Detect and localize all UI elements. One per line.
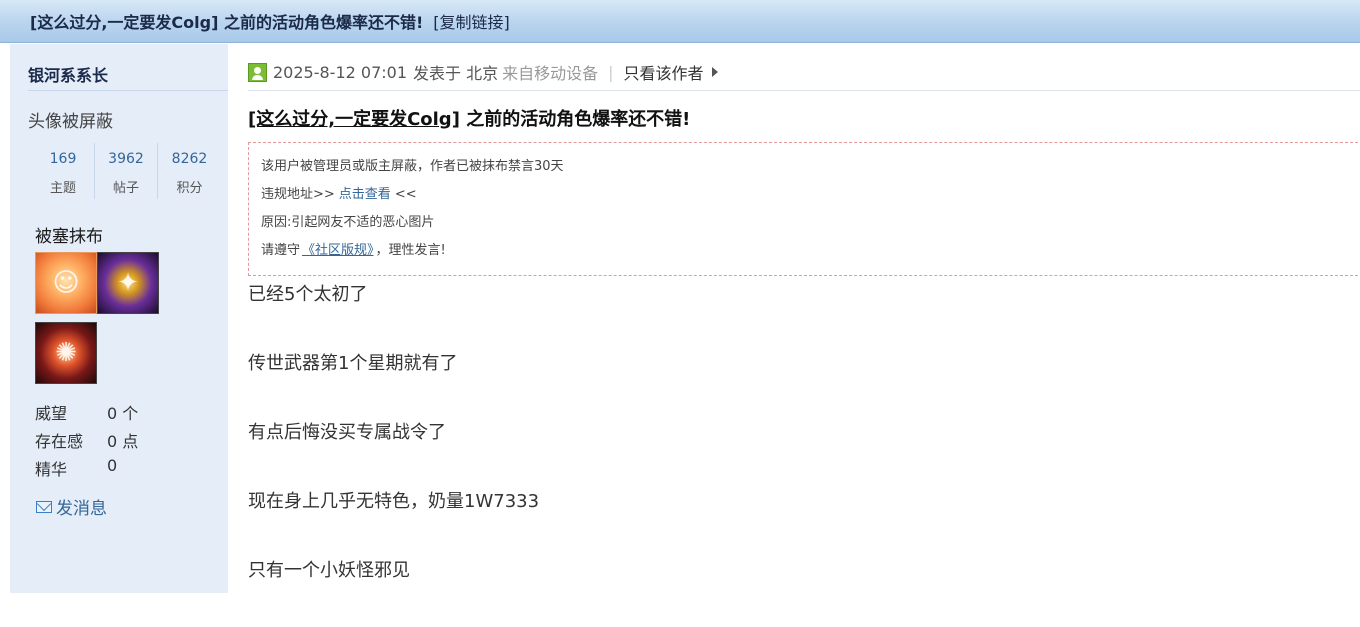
avatar-blocked-text: 头像被屏蔽 [28, 112, 113, 132]
stat-label: 积分 [176, 181, 203, 196]
stat-value: 8262 [171, 151, 208, 167]
meta-separator: | [608, 62, 614, 82]
stat-label: 主题 [49, 181, 76, 196]
post-title: [这么过分,一定要发Colg] 之前的活动角色爆率还不错! [248, 105, 690, 131]
notice-line: 该用户被管理员或版主屏蔽，作者已被抹布禁言30天 [261, 159, 564, 174]
profile-value: 0 点 [107, 432, 139, 451]
medal-gold-emblem-icon[interactable]: ✦ [97, 252, 159, 314]
user-icon [248, 62, 267, 82]
stat-threads[interactable]: 169 主题 [32, 143, 95, 199]
user-group-title: 被塞抹布 [35, 227, 103, 247]
post-body: 已经5个太初了 传世武器第1个星期就有了 有点后悔没买专属战令了 现在身上几乎无… [248, 282, 539, 627]
post-device: 来自移动设备 [502, 64, 599, 83]
copy-link-button[interactable]: [复制链接] [433, 9, 510, 33]
profile-row: 精华 0 [35, 456, 138, 484]
post-location: 发表于 北京 [413, 64, 499, 83]
profile-key: 存在感 [35, 432, 84, 451]
notice-line: 原因:引起网友不适的恶心图片 [261, 215, 435, 230]
profile-row: 威望 0 个 [35, 400, 138, 428]
send-message-link[interactable]: 发消息 [36, 494, 107, 519]
author-sidebar: 银河系系长 头像被屏蔽 169 主题 3962 帖子 8262 积分 被塞抹布 … [10, 44, 228, 593]
notice-text: << [394, 187, 417, 202]
violation-link[interactable]: 点击查看 [339, 187, 391, 202]
notice-line: 违规地址>> 点击查看 << [261, 185, 1360, 213]
sun-emblem-icon: ✺ [55, 338, 77, 368]
medal-red-emblem-icon[interactable]: ✺ [35, 322, 97, 384]
post-title-text: 之前的活动角色爆率还不错! [459, 109, 691, 130]
profile-value: 0 个 [107, 404, 139, 423]
post-body-line: 传世武器第1个星期就有了 [248, 353, 458, 374]
mascot-face-icon: ☺ [52, 268, 80, 298]
stat-posts[interactable]: 3962 帖子 [95, 143, 158, 199]
divider [28, 90, 228, 91]
stat-value: 3962 [108, 151, 144, 167]
profile-key: 精华 [35, 460, 68, 479]
notice-text: 违规地址>> [261, 187, 335, 202]
notice-line: 请遵守 《社区版规》 ，理性发言! [261, 241, 1360, 269]
post-body-line: 有点后悔没买专属战令了 [248, 422, 446, 443]
rules-link[interactable]: 《社区版规》 [302, 243, 374, 258]
profile-value: 0 [107, 456, 118, 475]
stat-label: 帖子 [112, 181, 139, 196]
moderation-notice: 该用户被管理员或版主屏蔽，作者已被抹布禁言30天 违规地址>> 点击查看 << 原因… [248, 142, 1360, 276]
stat-points[interactable]: 8262 积分 [158, 143, 221, 199]
mail-icon [36, 500, 52, 513]
stat-value: 169 [49, 151, 77, 167]
divider [248, 90, 1360, 91]
thread-header-bar: [这么过分,一定要发Colg] 之前的活动角色爆率还不错! [复制链接] [0, 0, 1360, 43]
post-title-link[interactable]: [这么过分,一定要发Colg] [248, 109, 460, 130]
send-message-label: 发消息 [56, 499, 107, 519]
post-body-line: 现在身上几乎无特色，奶量1W7333 [248, 491, 540, 512]
triangle-right-icon [711, 67, 718, 77]
post-meta: 2025-8-12 07:01 发表于 北京 来自移动设备 | 只看该作者 [248, 60, 718, 84]
thread-title: [这么过分,一定要发Colg] 之前的活动角色爆率还不错! [30, 13, 424, 32]
only-author-link[interactable]: 只看该作者 [624, 60, 704, 84]
star-emblem-icon: ✦ [117, 268, 139, 298]
notice-text: ，理性发言! [375, 243, 446, 258]
author-name[interactable]: 银河系系长 [28, 62, 108, 86]
post-datetime: 2025-8-12 07:01 [273, 62, 407, 82]
profile-key: 威望 [35, 404, 68, 423]
profile-row: 存在感 0 点 [35, 428, 138, 456]
author-profile: 威望 0 个 存在感 0 点 精华 0 [35, 400, 138, 484]
notice-text: 请遵守 [261, 243, 301, 258]
author-stats: 169 主题 3962 帖子 8262 积分 [32, 143, 221, 199]
post-body-line: 已经5个太初了 [248, 284, 368, 305]
medal-mascot-icon[interactable]: ☺ [35, 252, 97, 314]
